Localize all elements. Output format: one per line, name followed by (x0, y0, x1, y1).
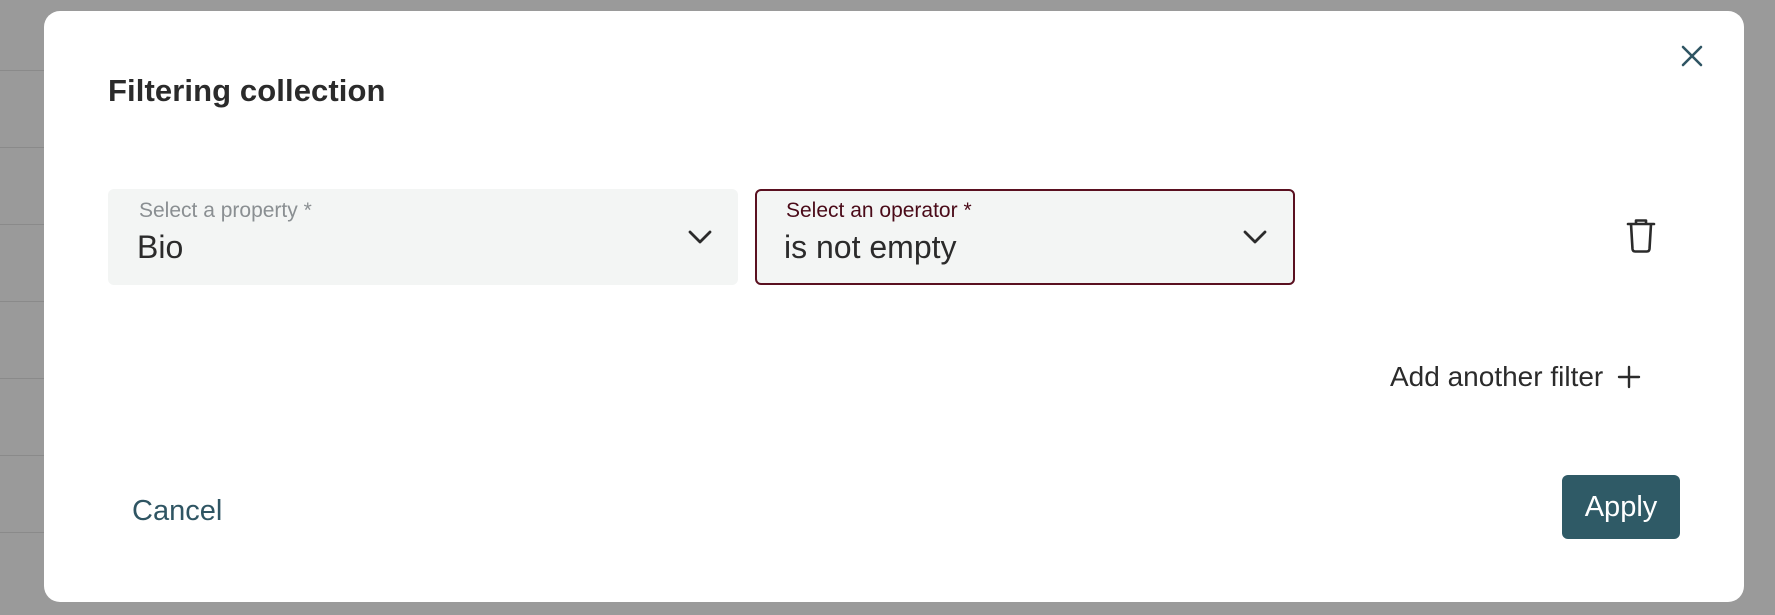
apply-button[interactable]: Apply (1562, 475, 1680, 539)
trash-icon (1626, 219, 1656, 253)
operator-select-value: is not empty (784, 229, 957, 265)
chevron-down-icon (1243, 230, 1267, 244)
delete-filter-button[interactable] (1621, 214, 1661, 258)
add-filter-label: Add another filter (1390, 361, 1604, 392)
chevron-down-icon (688, 230, 712, 244)
plus-icon (1618, 365, 1641, 389)
property-select-label: Select a property * (139, 199, 312, 222)
cancel-button[interactable]: Cancel (132, 495, 222, 528)
property-select[interactable]: Select a property * Bio (108, 189, 738, 285)
operator-select-label: Select an operator * (786, 199, 972, 222)
operator-select[interactable]: Select an operator * is not empty (755, 189, 1295, 285)
dialog-title: Filtering collection (108, 73, 386, 108)
close-button[interactable] (1675, 39, 1709, 73)
filter-dialog: Filtering collection Select a property *… (44, 11, 1744, 602)
property-select-value: Bio (137, 229, 184, 265)
add-filter-button[interactable]: Add another filter (1390, 361, 1641, 393)
close-icon (1681, 45, 1703, 67)
